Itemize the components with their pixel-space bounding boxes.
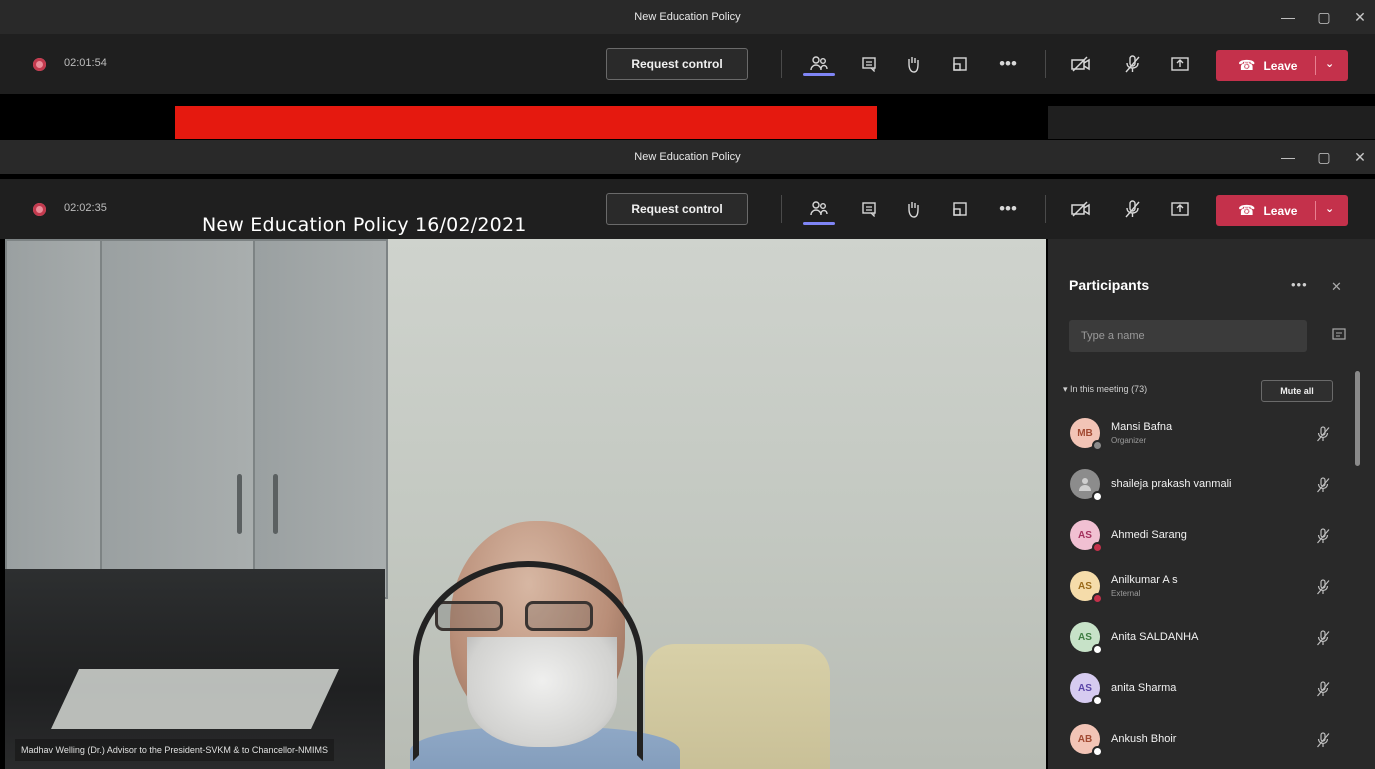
more-icon[interactable]: ••• xyxy=(995,50,1021,78)
video-cabinet xyxy=(253,239,388,599)
mic-off-icon[interactable] xyxy=(1316,579,1330,598)
video-cabinet-handle xyxy=(273,474,278,534)
participant-name: Ahmedi Sarang xyxy=(1111,529,1187,541)
window-controls: — ▢ ✕ xyxy=(1281,0,1367,34)
video-desk xyxy=(51,669,339,729)
chevron-down-icon[interactable]: ⌄ xyxy=(1325,202,1334,215)
video-headset xyxy=(413,561,643,761)
raise-hand-icon[interactable] xyxy=(900,195,926,223)
mic-off-icon[interactable] xyxy=(1316,528,1330,547)
minimize-icon[interactable]: — xyxy=(1281,149,1295,165)
chat-icon[interactable] xyxy=(856,195,882,223)
request-control-button[interactable]: Request control xyxy=(606,193,748,225)
presence-badge xyxy=(1092,695,1103,706)
in-meeting-section[interactable]: ▾ In this meeting (73) xyxy=(1063,384,1147,395)
rooms-icon[interactable] xyxy=(947,195,973,223)
presence-badge xyxy=(1092,593,1103,604)
participant-row[interactable]: MB Mansi Bafna Organizer xyxy=(1048,410,1348,460)
meeting-timer: 02:02:35 xyxy=(64,202,107,214)
participant-search-input[interactable] xyxy=(1069,320,1307,352)
share-screen-icon[interactable] xyxy=(1167,50,1193,78)
rooms-icon[interactable] xyxy=(947,50,973,78)
mute-all-button[interactable]: Mute all xyxy=(1261,380,1333,402)
participant-name: Ankush Bhoir xyxy=(1111,733,1177,745)
mic-off-icon[interactable] xyxy=(1316,732,1330,751)
participant-row[interactable]: shaileja prakash vanmali xyxy=(1048,461,1348,511)
toolbar-divider xyxy=(1045,195,1046,223)
participant-row[interactable]: AS Anita SALDANHA xyxy=(1048,614,1348,664)
participant-name: shaileja prakash vanmali xyxy=(1111,478,1232,490)
panel-close-icon[interactable]: ✕ xyxy=(1331,279,1342,295)
share-invite-icon[interactable] xyxy=(1332,328,1346,343)
participant-role: Organizer xyxy=(1111,436,1147,445)
toolbar-divider xyxy=(781,50,782,78)
more-icon[interactable]: ••• xyxy=(995,195,1021,223)
participant-role: External xyxy=(1111,589,1141,598)
mic-off-icon[interactable] xyxy=(1119,195,1145,223)
mic-off-icon[interactable] xyxy=(1316,426,1330,445)
participants-title: Participants xyxy=(1069,277,1150,293)
close-icon[interactable]: ✕ xyxy=(1353,9,1367,26)
presence-badge xyxy=(1092,746,1103,757)
mic-off-icon[interactable] xyxy=(1316,681,1330,700)
mic-off-icon[interactable] xyxy=(1316,630,1330,649)
window-title: New Education Policy xyxy=(634,11,741,23)
maximize-icon[interactable]: ▢ xyxy=(1317,149,1331,166)
panel-scrollbar[interactable] xyxy=(1355,371,1360,466)
mic-off-icon[interactable] xyxy=(1316,477,1330,496)
close-icon[interactable]: ✕ xyxy=(1353,149,1367,166)
camera-off-icon[interactable] xyxy=(1068,50,1094,78)
speaker-video: Madhav Welling (Dr.) Advisor to the Pres… xyxy=(5,239,1046,769)
participant-row[interactable]: AS Ahmedi Sarang xyxy=(1048,512,1348,562)
meeting-toolbar-top: 02:01:54 Request control ••• ☎ Leave ⌄ xyxy=(0,34,1375,94)
presence-badge xyxy=(1092,542,1103,553)
presence-badge xyxy=(1092,440,1103,451)
chat-icon[interactable] xyxy=(856,50,882,78)
shared-screen-red-bar xyxy=(175,106,877,139)
speaker-caption: Madhav Welling (Dr.) Advisor to the Pres… xyxy=(15,739,334,761)
panel-more-icon[interactable]: ••• xyxy=(1291,277,1308,292)
minimize-icon[interactable]: — xyxy=(1281,9,1295,25)
maximize-icon[interactable]: ▢ xyxy=(1317,9,1331,26)
participant-row[interactable]: AB Ankush Bhoir xyxy=(1048,716,1348,766)
presence-badge xyxy=(1092,644,1103,655)
meeting-timer: 02:01:54 xyxy=(64,57,107,69)
phone-hangup-icon: ☎ xyxy=(1238,57,1256,73)
phone-hangup-icon: ☎ xyxy=(1238,202,1256,218)
participant-name: Mansi Bafna xyxy=(1111,421,1173,433)
window-titlebar-inner: New Education Policy — ▢ ✕ xyxy=(0,140,1375,174)
chevron-down-icon[interactable]: ⌄ xyxy=(1325,57,1334,70)
shared-screen-panel-edge xyxy=(1048,106,1375,139)
window-titlebar: New Education Policy — ▢ ✕ xyxy=(0,0,1375,34)
active-tab-indicator xyxy=(803,222,835,225)
recording-icon xyxy=(33,203,46,216)
leave-divider xyxy=(1315,201,1316,220)
presence-badge xyxy=(1092,491,1103,502)
participant-name: Anita SALDANHA xyxy=(1111,631,1199,643)
leave-button[interactable]: ☎ Leave ⌄ xyxy=(1216,195,1348,226)
window-title: New Education Policy xyxy=(634,151,741,163)
toolbar-divider xyxy=(781,195,782,223)
meeting-overlay-title: New Education Policy 16/02/2021 xyxy=(202,214,527,236)
toolbar-divider xyxy=(1045,50,1046,78)
recording-icon xyxy=(33,58,46,71)
window-controls: — ▢ ✕ xyxy=(1281,140,1367,174)
video-cabinet-handle xyxy=(237,474,242,534)
camera-off-icon[interactable] xyxy=(1068,195,1094,223)
mic-off-icon[interactable] xyxy=(1119,50,1145,78)
active-tab-indicator xyxy=(803,73,835,76)
in-meeting-label: In this meeting (73) xyxy=(1070,384,1148,394)
participants-panel: Participants ••• ✕ ▾ In this meeting (73… xyxy=(1048,239,1375,769)
raise-hand-icon[interactable] xyxy=(900,50,926,78)
participant-name: anita Sharma xyxy=(1111,682,1177,694)
share-screen-icon[interactable] xyxy=(1167,195,1193,223)
people-icon[interactable] xyxy=(806,195,832,223)
leave-button[interactable]: ☎ Leave ⌄ xyxy=(1216,50,1348,81)
participant-row[interactable]: AS Anilkumar A s External xyxy=(1048,563,1348,613)
leave-divider xyxy=(1315,56,1316,75)
request-control-button[interactable]: Request control xyxy=(606,48,748,80)
participant-name: Anilkumar A s xyxy=(1111,574,1178,586)
participant-row[interactable]: AS anita Sharma xyxy=(1048,665,1348,715)
video-cabinet xyxy=(100,239,255,589)
